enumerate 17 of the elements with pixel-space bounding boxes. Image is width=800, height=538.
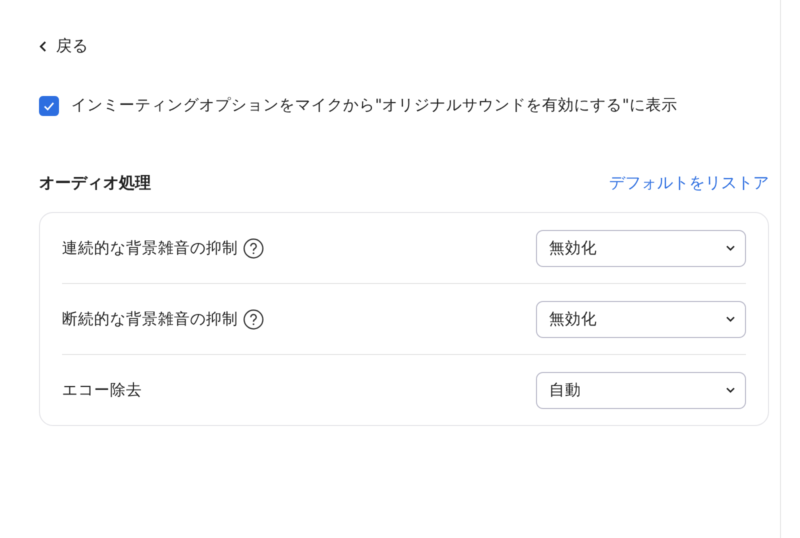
- section-title: オーディオ処理: [39, 173, 151, 194]
- setting-label: 断続的な背景雑音の抑制: [62, 308, 238, 330]
- help-icon[interactable]: [243, 308, 264, 330]
- caret-icon: [726, 387, 735, 393]
- setting-label: 連続的な背景雑音の抑制: [62, 238, 238, 258]
- option-label: インミーティングオプションをマイクから"オリジナルサウンドを有効にする"に表示: [71, 95, 678, 116]
- back-link[interactable]: 戻る: [39, 36, 88, 57]
- dropdown[interactable]: 無効化: [536, 230, 746, 266]
- caret-icon: [726, 316, 735, 322]
- dropdown[interactable]: 無効化: [536, 300, 746, 338]
- dropdown[interactable]: 自動: [536, 372, 746, 408]
- restore-defaults-link[interactable]: デフォルトをリストア: [609, 173, 769, 194]
- checkbox[interactable]: [39, 96, 59, 116]
- setting-label: エコー除去: [62, 380, 142, 400]
- back-icon: [39, 41, 48, 52]
- caret-icon: [726, 245, 735, 251]
- help-icon[interactable]: [243, 238, 264, 258]
